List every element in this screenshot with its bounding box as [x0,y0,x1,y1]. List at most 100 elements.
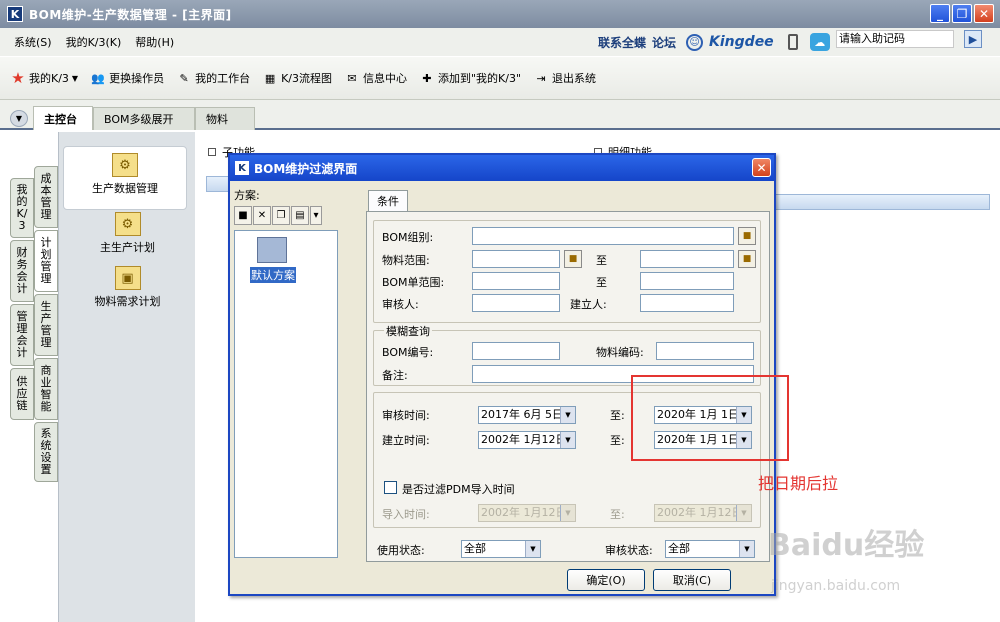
dialog-close-button[interactable]: ✕ [752,158,771,177]
to-label: 至 [596,254,607,267]
scheme-default[interactable]: 默认方案 [250,267,296,283]
kingdee-logo: Kingdee [709,34,774,50]
material-to-picker-icon[interactable]: ■ [738,250,756,268]
menu-my-k3[interactable]: 我的K/3(K) [66,34,122,50]
side-tab-system-settings[interactable]: 系统设置 [34,422,58,482]
to-label: 至 [596,276,607,289]
pen-icon: ✎ [179,71,189,85]
cloud-icon[interactable]: ☁ [809,33,830,51]
toolbar-exit[interactable]: ⇥ 退出系统 [533,70,596,86]
menu-help[interactable]: 帮助(H) [135,34,174,50]
forum-link[interactable]: 论坛 [652,34,676,51]
bom-code-input[interactable] [472,342,560,360]
chevron-down-icon: ▼ [560,432,575,448]
import-time-from-select[interactable]: 2002年 1月12日 ▼ [478,504,576,522]
creator-input[interactable] [640,294,734,312]
to-label: 至: [610,409,625,422]
annotation-text: 把日期后拉 [758,474,839,493]
bom-range-from-input[interactable] [472,272,560,290]
go-button[interactable]: ▶ [964,30,982,48]
detail-function-bar[interactable] [760,194,990,210]
bom-group-input[interactable] [472,227,734,245]
toolbar-add-to-my-k3[interactable]: ✚ 添加到"我的K/3" [419,70,521,86]
side-tab-cost[interactable]: 成本管理 [34,166,58,228]
pdm-filter-checkbox[interactable] [384,481,397,494]
caret-down-icon[interactable]: ▾ [310,206,322,225]
side-tab-bi[interactable]: 商业智能 [34,358,58,420]
scheme-toolbar: ■ ✕ ❐ ▤ ▾ [234,206,322,226]
side-tab-my-k3[interactable]: 我的K/3 [10,178,34,238]
material-code-input[interactable] [656,342,754,360]
ok-button[interactable]: 确定(O) [567,569,645,591]
side-tab-finance[interactable]: 财务会计 [10,240,34,302]
close-button[interactable]: ✕ [974,4,994,23]
to-label: 至: [610,434,625,447]
cancel-button[interactable]: 取消(C) [653,569,731,591]
side-tab-production[interactable]: 生产管理 [34,294,58,356]
box-icon: ▣ [114,266,141,290]
smile-icon[interactable]: ☺ [686,33,704,51]
dialog-logo-icon: K [235,161,249,175]
minimize-button[interactable]: _ [930,4,950,23]
dialog-title: BOM维护过滤界面 [254,161,358,176]
tab-main-console[interactable]: 主控台 [33,106,93,130]
main-toolbar: ★ 我的K/3 ▼ 👥 更换操作员 ✎ 我的工作台 ▦ K/3流程图 ✉ 信息中… [0,56,1000,100]
function-mps[interactable]: ⚙ 主生产计划 [59,212,196,255]
tab-dropdown-icon[interactable]: ▼ [10,110,28,127]
copy-icon[interactable]: ❐ [272,206,290,225]
create-time-from-select[interactable]: 2002年 1月12日 ▼ [478,431,576,449]
combo-value: 2002年 1月12日 [481,433,567,446]
flowchart-icon: ▦ [264,71,276,85]
use-status-label: 使用状态: [377,544,425,557]
import-time-to-select[interactable]: 2002年 1月12日 ▼ [654,504,752,522]
properties-icon[interactable]: ▤ [291,206,309,225]
delete-icon[interactable]: ✕ [253,206,271,225]
toolbar-label: 更换操作员 [109,72,165,85]
toolbar-flowchart[interactable]: ▦ K/3流程图 [262,70,332,86]
add-icon: ✚ [422,71,432,85]
combo-value: 2002年 1月12日 [481,506,567,519]
phone-icon[interactable] [787,34,798,50]
collapse-icon[interactable] [208,148,216,156]
material-range-to-input[interactable] [640,250,734,268]
tab-material[interactable]: 物料 [195,107,255,130]
use-status-select[interactable]: 全部 ▼ [461,540,541,558]
material-range-from-input[interactable] [472,250,560,268]
bom-range-to-input[interactable] [640,272,734,290]
toolbar-my-k3[interactable]: ★ 我的K/3 ▼ [10,69,78,87]
scheme-list[interactable]: 默认方案 [234,230,338,558]
combo-value: 全部 [668,542,690,555]
bom-range-label: BOM单范围: [382,276,445,289]
scheme-label: 方案: [234,189,260,202]
toolbar-label: 添加到"我的K/3" [438,72,522,85]
function-production-data[interactable]: ⚙ 生产数据管理 [63,146,187,210]
toolbar-info-center[interactable]: ✉ 信息中心 [344,70,407,86]
pdm-filter-label: 是否过滤PDM导入时间 [402,483,515,496]
bom-group-picker-icon[interactable]: ■ [738,227,756,245]
side-tab-planning[interactable]: 计划管理 [34,230,58,292]
function-label: 物料需求计划 [94,295,161,308]
creator-label: 建立人: [570,298,607,311]
contact-link[interactable]: 联系全蝶 [598,34,646,51]
side-tab-supply-chain[interactable]: 供应链 [10,368,34,420]
gear-chart-icon: ⚙ [112,153,138,177]
basic-conditions-group: BOM组别: ■ 物料范围: ■ 至 ■ BOM单范围: 至 审核人: 建立人: [373,220,761,323]
toolbar-change-operator[interactable]: 👥 更换操作员 [90,70,164,86]
menu-system[interactable]: 系统(S) [14,34,52,50]
toolbar-workbench[interactable]: ✎ 我的工作台 [176,70,250,86]
restore-button[interactable]: ❐ [952,4,972,23]
combo-value: 2002年 1月12日 [657,506,743,519]
tab-bom-expand[interactable]: BOM多级展开 [93,107,195,130]
audit-time-from-select[interactable]: 2017年 6月 5日 ▼ [478,406,576,424]
tab-condition[interactable]: 条件 [368,190,408,211]
toolbar-label: K/3流程图 [281,72,332,85]
helpcode-input[interactable]: 请输入助记码 [836,30,954,48]
function-mrp[interactable]: ▣ 物料需求计划 [59,266,196,309]
audit-status-select[interactable]: 全部 ▼ [665,540,755,558]
scheme-folder-icon [257,237,287,263]
save-icon[interactable]: ■ [234,206,252,225]
material-from-picker-icon[interactable]: ■ [564,250,582,268]
side-tab-mgmt-accounting[interactable]: 管理会计 [10,304,34,366]
auditor-input[interactable] [472,294,560,312]
highlight-box [631,375,789,461]
